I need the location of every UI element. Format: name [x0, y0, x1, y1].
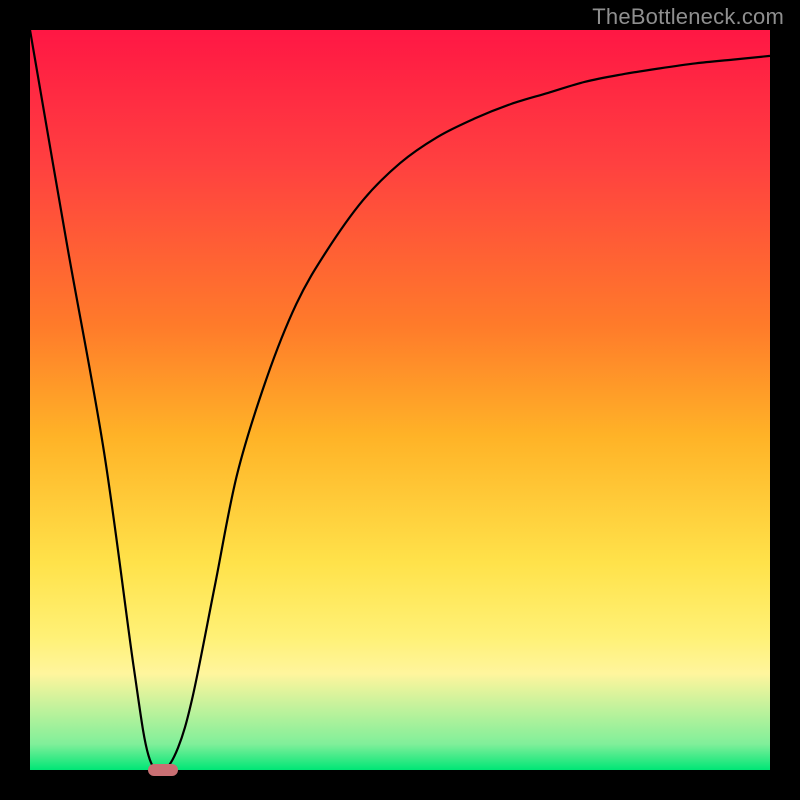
chart-frame: TheBottleneck.com — [0, 0, 800, 800]
optimal-marker — [148, 764, 178, 776]
bottleneck-curve — [30, 30, 770, 770]
plot-area — [30, 30, 770, 770]
curve-svg — [30, 30, 770, 770]
watermark-text: TheBottleneck.com — [592, 4, 784, 30]
